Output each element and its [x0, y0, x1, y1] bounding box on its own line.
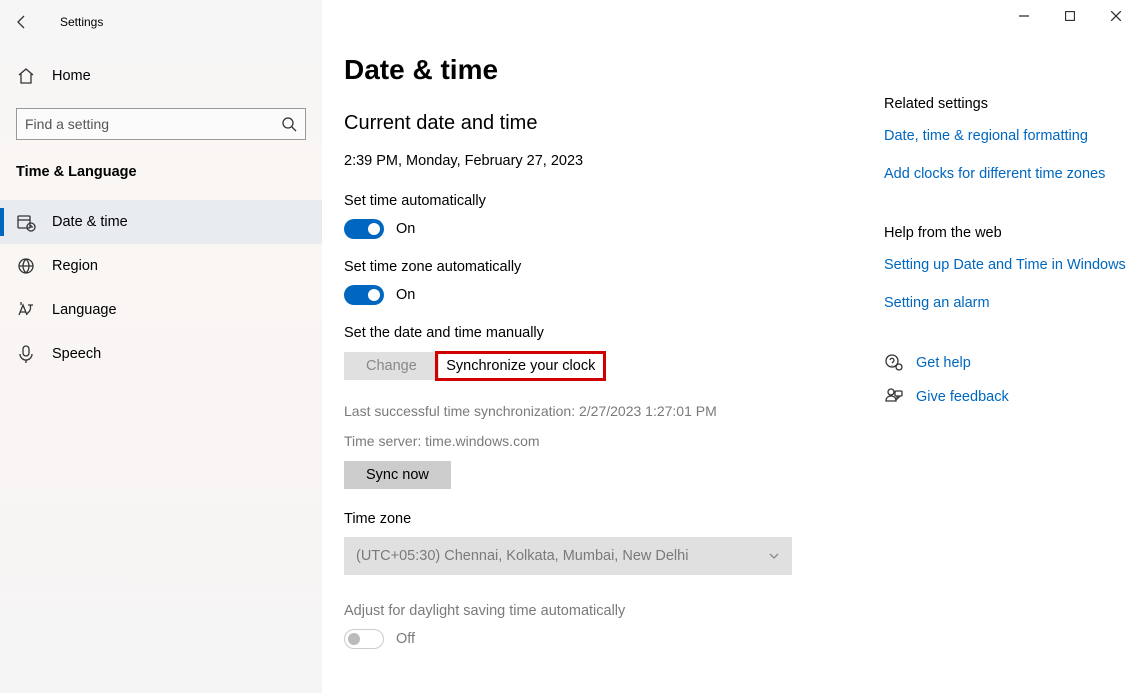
toggle-state: On [396, 287, 415, 303]
main-content: Date & time Current date and time 2:39 P… [322, 0, 1139, 693]
highlight-annotation: Synchronize your clock [435, 351, 606, 381]
give-feedback-link[interactable]: Give feedback [916, 389, 1009, 405]
dst-toggle [344, 629, 384, 649]
window-controls [1001, 0, 1139, 32]
link-date-regional[interactable]: Date, time & regional formatting [884, 126, 1139, 146]
close-icon [1111, 11, 1121, 21]
nav-label: Language [52, 302, 117, 318]
aside-panel: Related settings Date, time & regional f… [864, 0, 1139, 669]
current-heading: Current date and time [344, 112, 864, 135]
page-title: Date & time [344, 54, 864, 86]
minimize-button[interactable] [1001, 0, 1047, 32]
link-add-clocks[interactable]: Add clocks for different time zones [884, 164, 1139, 184]
related-heading: Related settings [884, 96, 1139, 112]
globe-icon [16, 256, 36, 276]
microphone-icon [16, 344, 36, 364]
maximize-button[interactable] [1047, 0, 1093, 32]
nav-home[interactable]: Home [0, 54, 322, 98]
nav-list: Date & time Region Language Speech [0, 200, 322, 376]
feedback-icon [884, 387, 904, 407]
help-icon [884, 353, 904, 373]
sync-now-button[interactable]: Sync now [344, 461, 451, 489]
close-button[interactable] [1093, 0, 1139, 32]
arrow-left-icon [14, 14, 30, 30]
timezone-dropdown: (UTC+05:30) Chennai, Kolkata, Mumbai, Ne… [344, 537, 792, 575]
titlebar: Settings [0, 0, 322, 44]
back-button[interactable] [0, 0, 44, 44]
set-tz-auto-toggle[interactable] [344, 285, 384, 305]
dst-label: Adjust for daylight saving time automati… [344, 603, 864, 619]
nav-item-speech[interactable]: Speech [0, 332, 322, 376]
help-heading: Help from the web [884, 225, 1139, 241]
home-icon [16, 66, 36, 86]
set-time-auto-toggle[interactable] [344, 219, 384, 239]
search-icon [281, 116, 297, 132]
toggle-state: Off [396, 631, 415, 647]
calendar-clock-icon [16, 212, 36, 232]
link-help-datetime[interactable]: Setting up Date and Time in Windows [884, 255, 1139, 275]
nav-item-date-time[interactable]: Date & time [0, 200, 322, 244]
category-title: Time & Language [16, 164, 322, 180]
maximize-icon [1065, 11, 1075, 21]
search-box[interactable] [16, 108, 306, 140]
minimize-icon [1019, 11, 1029, 21]
timezone-label: Time zone [344, 511, 864, 527]
link-help-alarm[interactable]: Setting an alarm [884, 293, 1139, 313]
sync-server: Time server: time.windows.com [344, 432, 864, 452]
nav-item-language[interactable]: Language [0, 288, 322, 332]
settings-panel: Date & time Current date and time 2:39 P… [344, 0, 864, 669]
toggle-state: On [396, 221, 415, 237]
nav-label: Home [52, 68, 91, 84]
get-help-link[interactable]: Get help [916, 355, 971, 371]
chevron-down-icon [768, 550, 780, 562]
sync-last: Last successful time synchronization: 2/… [344, 402, 864, 422]
app-title: Settings [60, 15, 103, 29]
sync-heading: Synchronize your clock [446, 358, 595, 374]
current-datetime: 2:39 PM, Monday, February 27, 2023 [344, 153, 864, 169]
language-icon [16, 300, 36, 320]
nav-label: Speech [52, 346, 101, 362]
set-tz-auto-label: Set time zone automatically [344, 259, 864, 275]
change-button: Change [344, 352, 439, 380]
timezone-value: (UTC+05:30) Chennai, Kolkata, Mumbai, Ne… [356, 548, 688, 564]
set-time-auto-label: Set time automatically [344, 193, 864, 209]
nav-label: Region [52, 258, 98, 274]
search-input[interactable] [25, 116, 281, 132]
manual-label: Set the date and time manually [344, 325, 864, 341]
nav-item-region[interactable]: Region [0, 244, 322, 288]
sidebar: Settings Home Time & Language Date & tim… [0, 0, 322, 693]
nav-label: Date & time [52, 214, 128, 230]
